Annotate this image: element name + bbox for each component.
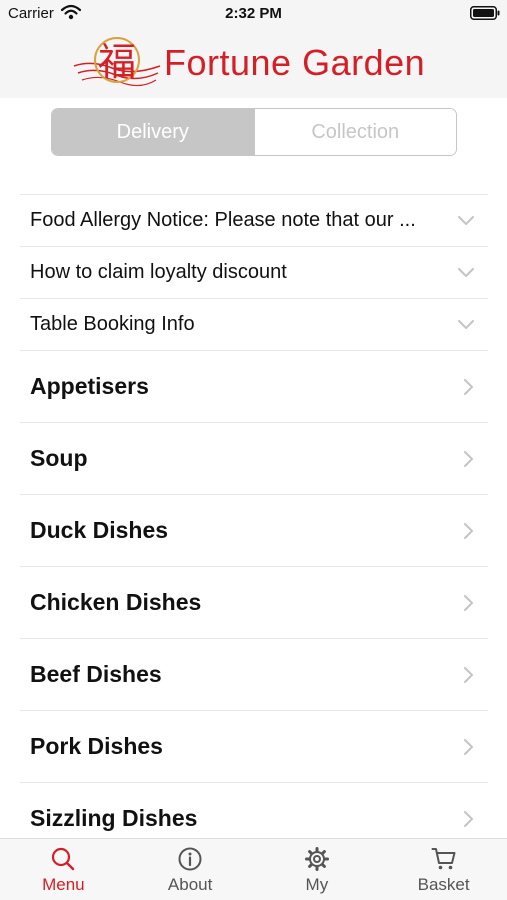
cart-icon xyxy=(431,848,456,870)
tab-label: About xyxy=(167,875,213,894)
chevron-right-icon xyxy=(464,666,473,683)
info-row-table-booking[interactable]: Table Booking Info xyxy=(20,298,488,350)
category-beef-dishes[interactable]: Beef Dishes xyxy=(20,638,488,710)
chevron-right-icon xyxy=(464,450,473,467)
info-row-loyalty-discount[interactable]: How to claim loyalty discount xyxy=(20,246,488,298)
tab-label: Menu xyxy=(42,875,85,894)
battery-icon xyxy=(470,6,500,20)
collection-segment[interactable]: Collection xyxy=(253,109,456,155)
chevron-right-icon xyxy=(464,738,473,755)
category-label: Chicken Dishes xyxy=(30,589,202,615)
category-label: Pork Dishes xyxy=(30,733,163,759)
delivery-segment[interactable]: Delivery xyxy=(52,109,254,155)
category-label: Appetisers xyxy=(30,373,149,399)
brand-name: Fortune Garden xyxy=(164,42,426,83)
tab-my[interactable]: My xyxy=(254,839,381,900)
category-label: Beef Dishes xyxy=(30,661,162,687)
brand-header: 福 Fortune Garden xyxy=(0,28,507,98)
status-bar: Carrier 2:32 PM xyxy=(0,0,507,28)
fortune-garden-logo: 福 xyxy=(73,37,161,87)
category-label: Sizzling Dishes xyxy=(30,805,198,831)
category-duck-dishes[interactable]: Duck Dishes xyxy=(20,494,488,566)
tab-bar: Menu About My Basket xyxy=(0,838,507,900)
category-chicken-dishes[interactable]: Chicken Dishes xyxy=(20,566,488,638)
info-row-label: Table Booking Info xyxy=(30,313,195,335)
category-appetisers[interactable]: Appetisers xyxy=(20,350,488,422)
tab-basket[interactable]: Basket xyxy=(380,839,507,900)
info-row-allergy-notice[interactable]: Food Allergy Notice: Please note that ou… xyxy=(20,194,488,246)
category-pork-dishes[interactable]: Pork Dishes xyxy=(20,710,488,782)
logo-glyph: 福 xyxy=(98,40,136,84)
order-type-selector: Delivery Collection xyxy=(51,108,457,156)
chevron-right-icon xyxy=(464,522,473,539)
chevron-down-icon xyxy=(458,267,474,277)
category-soup[interactable]: Soup xyxy=(20,422,488,494)
status-time: 2:32 PM xyxy=(225,5,282,22)
info-row-label: Food Allergy Notice: Please note that ou… xyxy=(30,209,416,231)
info-icon xyxy=(178,847,202,871)
chevron-down-icon xyxy=(458,215,474,225)
gear-icon xyxy=(304,847,329,871)
chevron-right-icon xyxy=(464,378,473,395)
category-label: Soup xyxy=(30,445,88,471)
search-icon xyxy=(52,847,75,871)
info-row-label: How to claim loyalty discount xyxy=(30,261,287,283)
chevron-down-icon xyxy=(458,319,474,329)
tab-menu[interactable]: Menu xyxy=(0,839,127,900)
menu-list: Food Allergy Notice: Please note that ou… xyxy=(20,194,488,854)
tab-label: My xyxy=(305,875,329,894)
chevron-right-icon xyxy=(464,594,473,611)
category-label: Duck Dishes xyxy=(30,517,169,543)
tab-about[interactable]: About xyxy=(127,839,254,900)
chevron-right-icon xyxy=(464,810,473,827)
tab-label: Basket xyxy=(417,875,470,894)
